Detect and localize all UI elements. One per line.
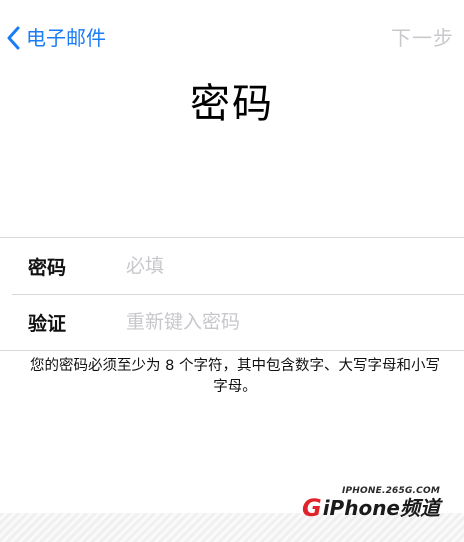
watermark-logo: IPHONE.265G.COM GiPhone 频道 [294, 486, 440, 520]
back-button-label: 电子邮件 [26, 26, 106, 50]
verify-row: 验证 [0, 294, 464, 350]
password-form: 密码 验证 [0, 237, 464, 351]
verify-label: 验证 [28, 312, 67, 335]
password-row: 密码 [0, 238, 464, 294]
watermark-brand: GiPhone 频道 [302, 496, 440, 520]
verify-input[interactable] [126, 307, 464, 337]
watermark-iphone: iPhone [322, 496, 400, 520]
watermark-channel: 频道 [400, 496, 440, 520]
page-title: 密码 [190, 81, 274, 127]
watermark-g: G [302, 494, 322, 522]
password-hint: 您的密码必须至少为 8 个字符，其中包含数字、大写字母和小写字母。 [30, 358, 440, 395]
password-label: 密码 [28, 256, 67, 279]
next-button[interactable]: 下一步 [391, 24, 454, 52]
chevron-left-icon [7, 26, 20, 50]
password-input[interactable] [126, 251, 464, 281]
watermark-url: IPHONE.265G.COM [341, 486, 440, 496]
back-button[interactable]: 电子邮件 [6, 24, 106, 52]
